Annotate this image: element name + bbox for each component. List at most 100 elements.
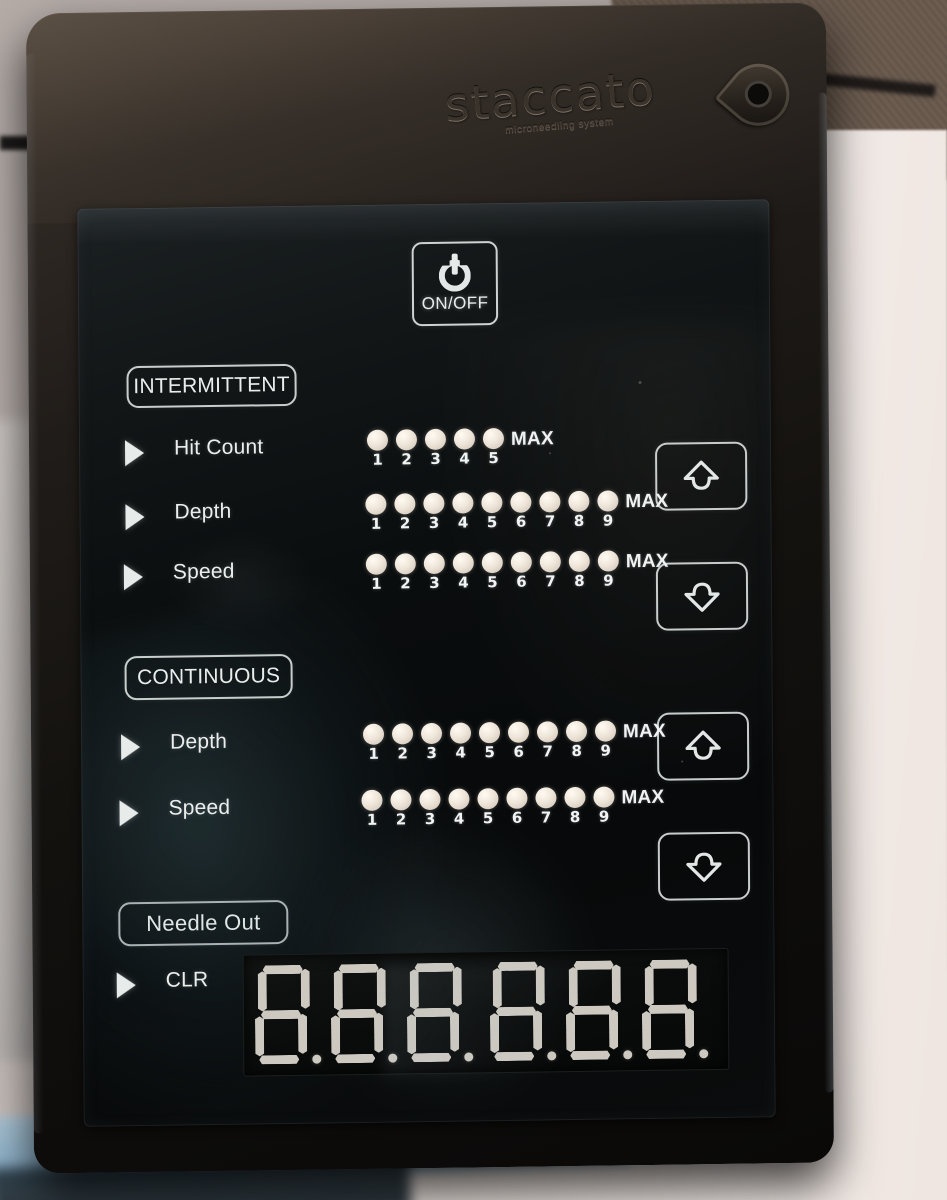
indicator-triangle-icon — [123, 564, 144, 591]
power-button-label: ON/OFF — [421, 293, 489, 314]
led-continuous-speed-4[interactable]: 4 — [444, 788, 473, 828]
led-continuous-depth-7[interactable]: 7 — [533, 721, 562, 760]
continuous-increase-button[interactable] — [656, 711, 750, 781]
led-indicator — [568, 550, 590, 573]
led-intermittent-speed-2[interactable]: 2 — [391, 553, 420, 592]
led-continuous-depth-8[interactable]: 8 — [562, 720, 591, 760]
segment-sg2 — [496, 1007, 536, 1017]
led-scale-intermittent-depth[interactable]: 1 2 3 4 5 6 7 8 9 MAX — [361, 490, 668, 533]
led-tick-label: 7 — [545, 572, 556, 591]
led-continuous-speed-5[interactable]: 5 — [473, 788, 502, 827]
led-continuous-speed-3[interactable]: 3 — [415, 788, 444, 829]
led-intermittent-speed-3[interactable]: 3 — [420, 552, 449, 593]
led-indicator — [419, 788, 441, 811]
row-clr[interactable]: CLR — [116, 967, 209, 999]
intermittent-decrease-button[interactable] — [655, 561, 749, 631]
led-tick-label: 5 — [488, 449, 499, 468]
led-intermittent-speed-4[interactable]: 4 — [449, 552, 478, 592]
led-indicator — [362, 723, 385, 745]
segment-sf — [569, 967, 578, 1007]
led-tick-label: 3 — [424, 809, 436, 829]
needle-out-button[interactable]: Needle Out — [118, 900, 289, 947]
led-indicator — [594, 720, 617, 742]
led-tick-label: 5 — [486, 513, 498, 532]
led-hit-count-3[interactable]: 3 — [421, 428, 450, 468]
led-tick-label: 9 — [598, 807, 610, 826]
led-continuous-depth-4[interactable]: 4 — [446, 722, 475, 762]
led-tick-label: 2 — [401, 450, 412, 469]
display-group-right — [487, 957, 716, 1064]
led-continuous-speed-9[interactable]: 9 — [589, 786, 618, 826]
power-icon — [436, 253, 474, 292]
led-intermittent-speed-9[interactable]: 9 — [594, 550, 623, 590]
clr-label: CLR — [165, 968, 209, 992]
led-continuous-depth-6[interactable]: 6 — [504, 721, 533, 761]
led-indicator — [477, 788, 499, 810]
segment-sf — [410, 969, 419, 1009]
led-hit-count-2[interactable]: 2 — [392, 429, 421, 469]
led-scale-hit-count[interactable]: 1 2 3 4 5 MAX — [363, 427, 554, 469]
led-intermittent-depth-5[interactable]: 5 — [477, 491, 506, 532]
led-scale-continuous-speed[interactable]: 1 2 3 4 5 6 7 8 9 MAX — [357, 786, 664, 829]
segment-decimal-point — [623, 1050, 633, 1060]
led-indicator — [597, 490, 619, 512]
led-indicator — [423, 552, 445, 575]
led-continuous-speed-6[interactable]: 6 — [502, 787, 531, 827]
display-digit-4 — [487, 959, 557, 1064]
led-tick-label: 9 — [600, 741, 611, 760]
row-continuous-depth: Depth 1 2 3 4 5 6 7 8 9 MAX — [121, 720, 666, 763]
led-continuous-depth-1[interactable]: 1 — [359, 723, 388, 763]
led-intermittent-speed-5[interactable]: 5 — [478, 551, 507, 591]
segment-sc — [450, 1012, 459, 1052]
segment-sd — [494, 1052, 534, 1062]
led-intermittent-depth-6[interactable]: 6 — [506, 491, 535, 531]
segment-sa — [498, 962, 538, 972]
led-intermittent-depth-1[interactable]: 1 — [361, 493, 390, 533]
led-intermittent-depth-3[interactable]: 3 — [419, 492, 448, 532]
power-button[interactable]: ON/OFF — [411, 241, 499, 327]
led-indicator — [423, 492, 445, 515]
led-scale-intermittent-speed[interactable]: 1 2 3 4 5 6 7 8 9 MAX — [362, 550, 669, 593]
led-tick-label: 3 — [429, 573, 440, 593]
led-continuous-depth-9[interactable]: 9 — [591, 720, 620, 760]
led-intermittent-depth-2[interactable]: 2 — [390, 493, 419, 533]
led-hit-count-4[interactable]: 4 — [450, 428, 479, 468]
photo-scene: staccato microneedling system ON/OFF INT… — [0, 0, 947, 1200]
segment-sd — [259, 1055, 299, 1065]
segment-sf — [493, 968, 502, 1008]
segment-sg2 — [572, 1006, 612, 1016]
mode-intermittent-button[interactable]: INTERMITTENT — [126, 363, 297, 409]
max-label: MAX — [622, 720, 666, 743]
mode-continuous-button[interactable]: CONTINUOUS — [124, 653, 293, 701]
led-continuous-speed-7[interactable]: 7 — [531, 787, 560, 826]
segment-sb — [536, 965, 545, 1005]
led-tick-label: 2 — [399, 514, 411, 533]
led-continuous-speed-1[interactable]: 1 — [357, 789, 386, 829]
segment-se — [255, 1016, 264, 1056]
intermittent-increase-button[interactable] — [654, 441, 748, 511]
led-intermittent-speed-1[interactable]: 1 — [362, 553, 391, 593]
led-continuous-depth-3[interactable]: 3 — [417, 722, 446, 762]
led-intermittent-depth-9[interactable]: 9 — [593, 490, 622, 530]
led-continuous-depth-2[interactable]: 2 — [388, 723, 417, 762]
led-continuous-speed-8[interactable]: 8 — [560, 786, 589, 826]
led-continuous-speed-2[interactable]: 2 — [386, 789, 415, 828]
led-intermittent-speed-6[interactable]: 6 — [507, 551, 536, 591]
segment-sc — [374, 1013, 383, 1053]
led-intermittent-speed-8[interactable]: 8 — [565, 550, 594, 590]
control-panel: ON/OFF INTERMITTENT Hit Count 1 2 3 4 5 MAX D… — [77, 199, 776, 1127]
led-intermittent-depth-7[interactable]: 7 — [535, 491, 564, 530]
dust-speck — [638, 381, 642, 385]
led-hit-count-1[interactable]: 1 — [363, 429, 392, 469]
led-intermittent-depth-8[interactable]: 8 — [564, 490, 593, 530]
segment-sg2 — [413, 1008, 453, 1018]
led-indicator — [394, 493, 416, 515]
segment-decimal-point — [699, 1049, 709, 1059]
led-scale-continuous-depth[interactable]: 1 2 3 4 5 6 7 8 9 MAX — [359, 720, 666, 763]
led-hit-count-5[interactable]: 5 — [479, 427, 508, 468]
continuous-decrease-button[interactable] — [657, 831, 751, 901]
led-intermittent-speed-7[interactable]: 7 — [536, 551, 565, 591]
led-intermittent-depth-4[interactable]: 4 — [448, 492, 477, 532]
led-indicator — [539, 491, 561, 513]
led-continuous-depth-5[interactable]: 5 — [475, 722, 504, 761]
